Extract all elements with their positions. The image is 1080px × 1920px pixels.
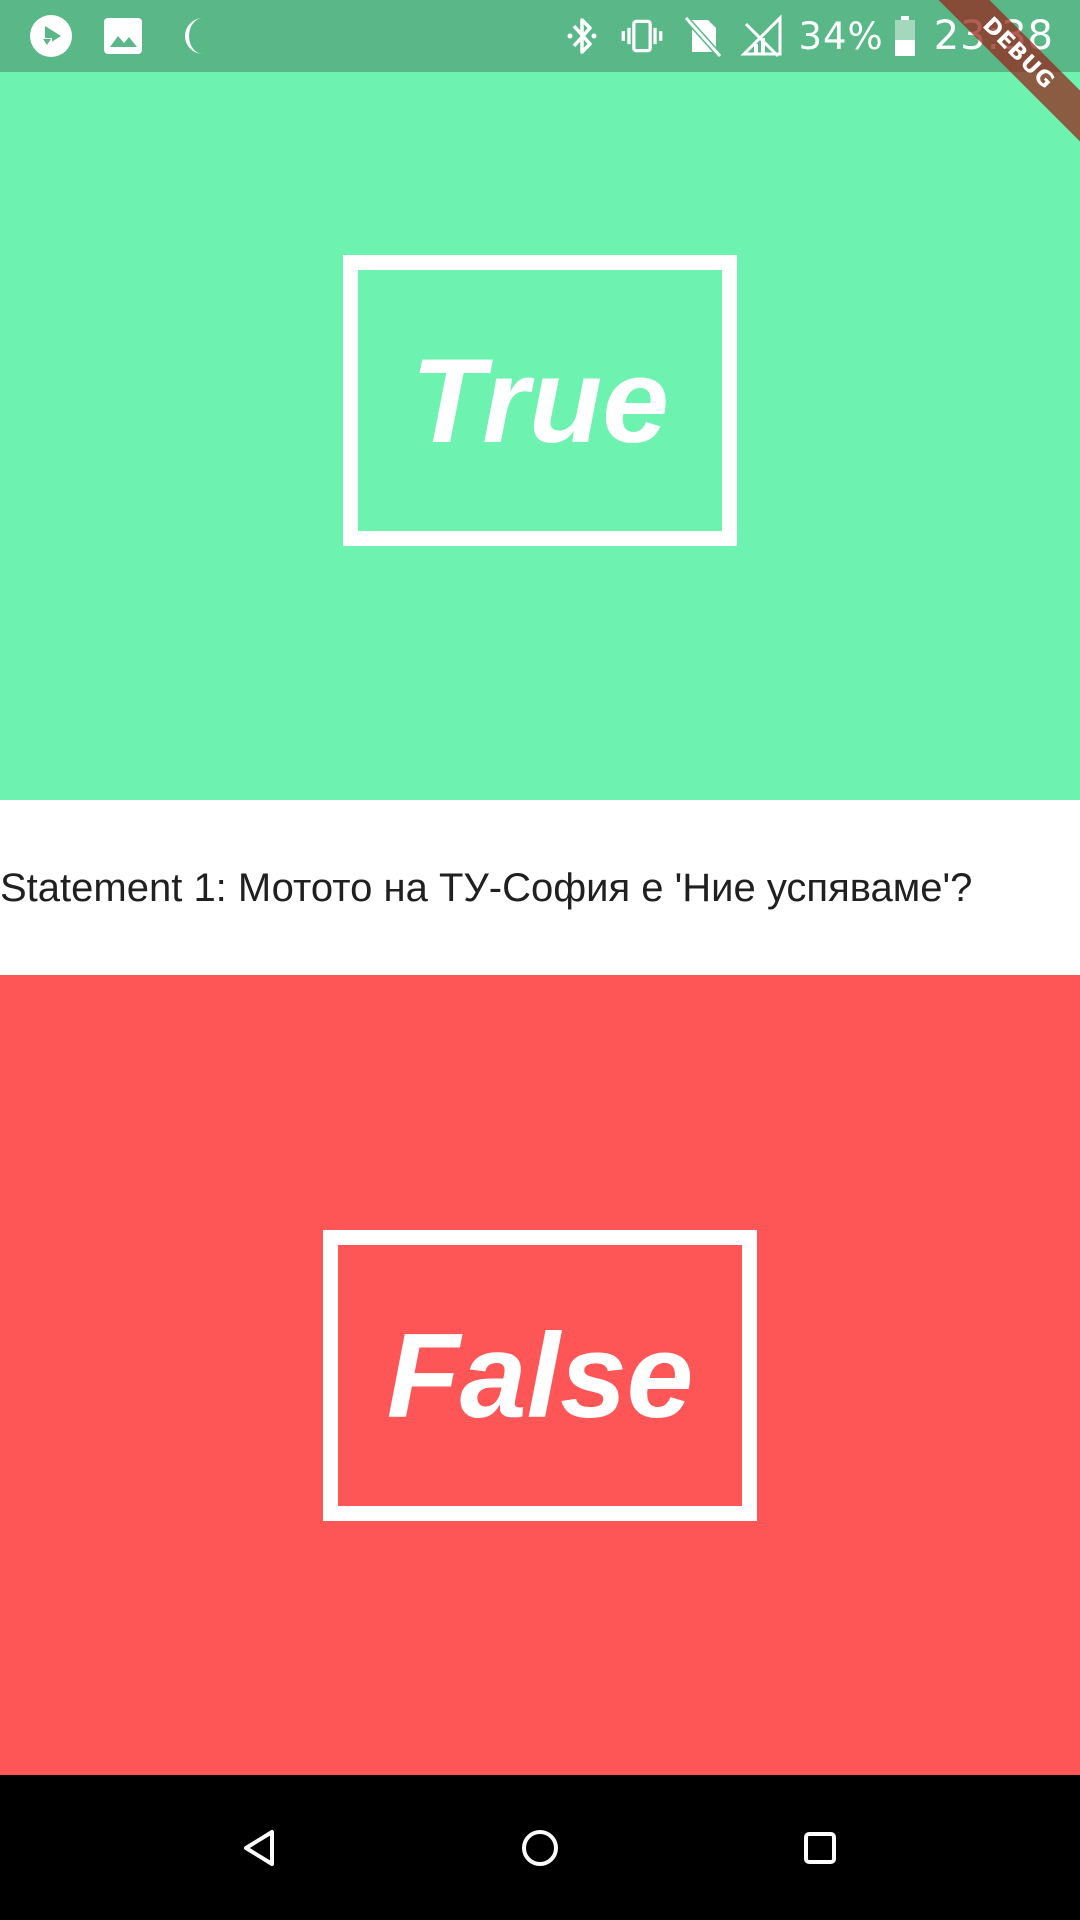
navigation-bar [0, 1775, 1080, 1920]
statement-area: Statement 1: Мотото на ТУ-София е 'Ние у… [0, 800, 1080, 975]
no-sim-icon [680, 14, 724, 58]
false-answer-label: False [386, 1308, 694, 1443]
moon-icon [172, 13, 218, 59]
app-screen: 34% 23:38 DEBUG True Statement 1: Мотото… [0, 0, 1080, 1920]
signal-off-icon [740, 14, 784, 58]
battery-icon [890, 14, 920, 58]
battery-percent: 34% [798, 14, 884, 58]
home-icon[interactable] [505, 1813, 575, 1883]
statement-text: Statement 1: Мотото на ТУ-София е 'Ние у… [0, 866, 973, 910]
bluetooth-icon [560, 14, 604, 58]
status-left-icons [28, 14, 244, 58]
vibrate-icon [620, 14, 664, 58]
false-answer-button[interactable]: False [0, 975, 1080, 1775]
recents-icon[interactable] [785, 1813, 855, 1883]
play-store-download-icon [28, 13, 74, 59]
true-answer-button[interactable]: True [0, 72, 1080, 800]
status-bar: 34% 23:38 [0, 0, 1080, 72]
image-icon [100, 13, 146, 59]
false-answer-frame: False [323, 1230, 757, 1521]
true-answer-label: True [411, 333, 669, 468]
back-icon[interactable] [225, 1813, 295, 1883]
true-answer-frame: True [343, 255, 737, 546]
